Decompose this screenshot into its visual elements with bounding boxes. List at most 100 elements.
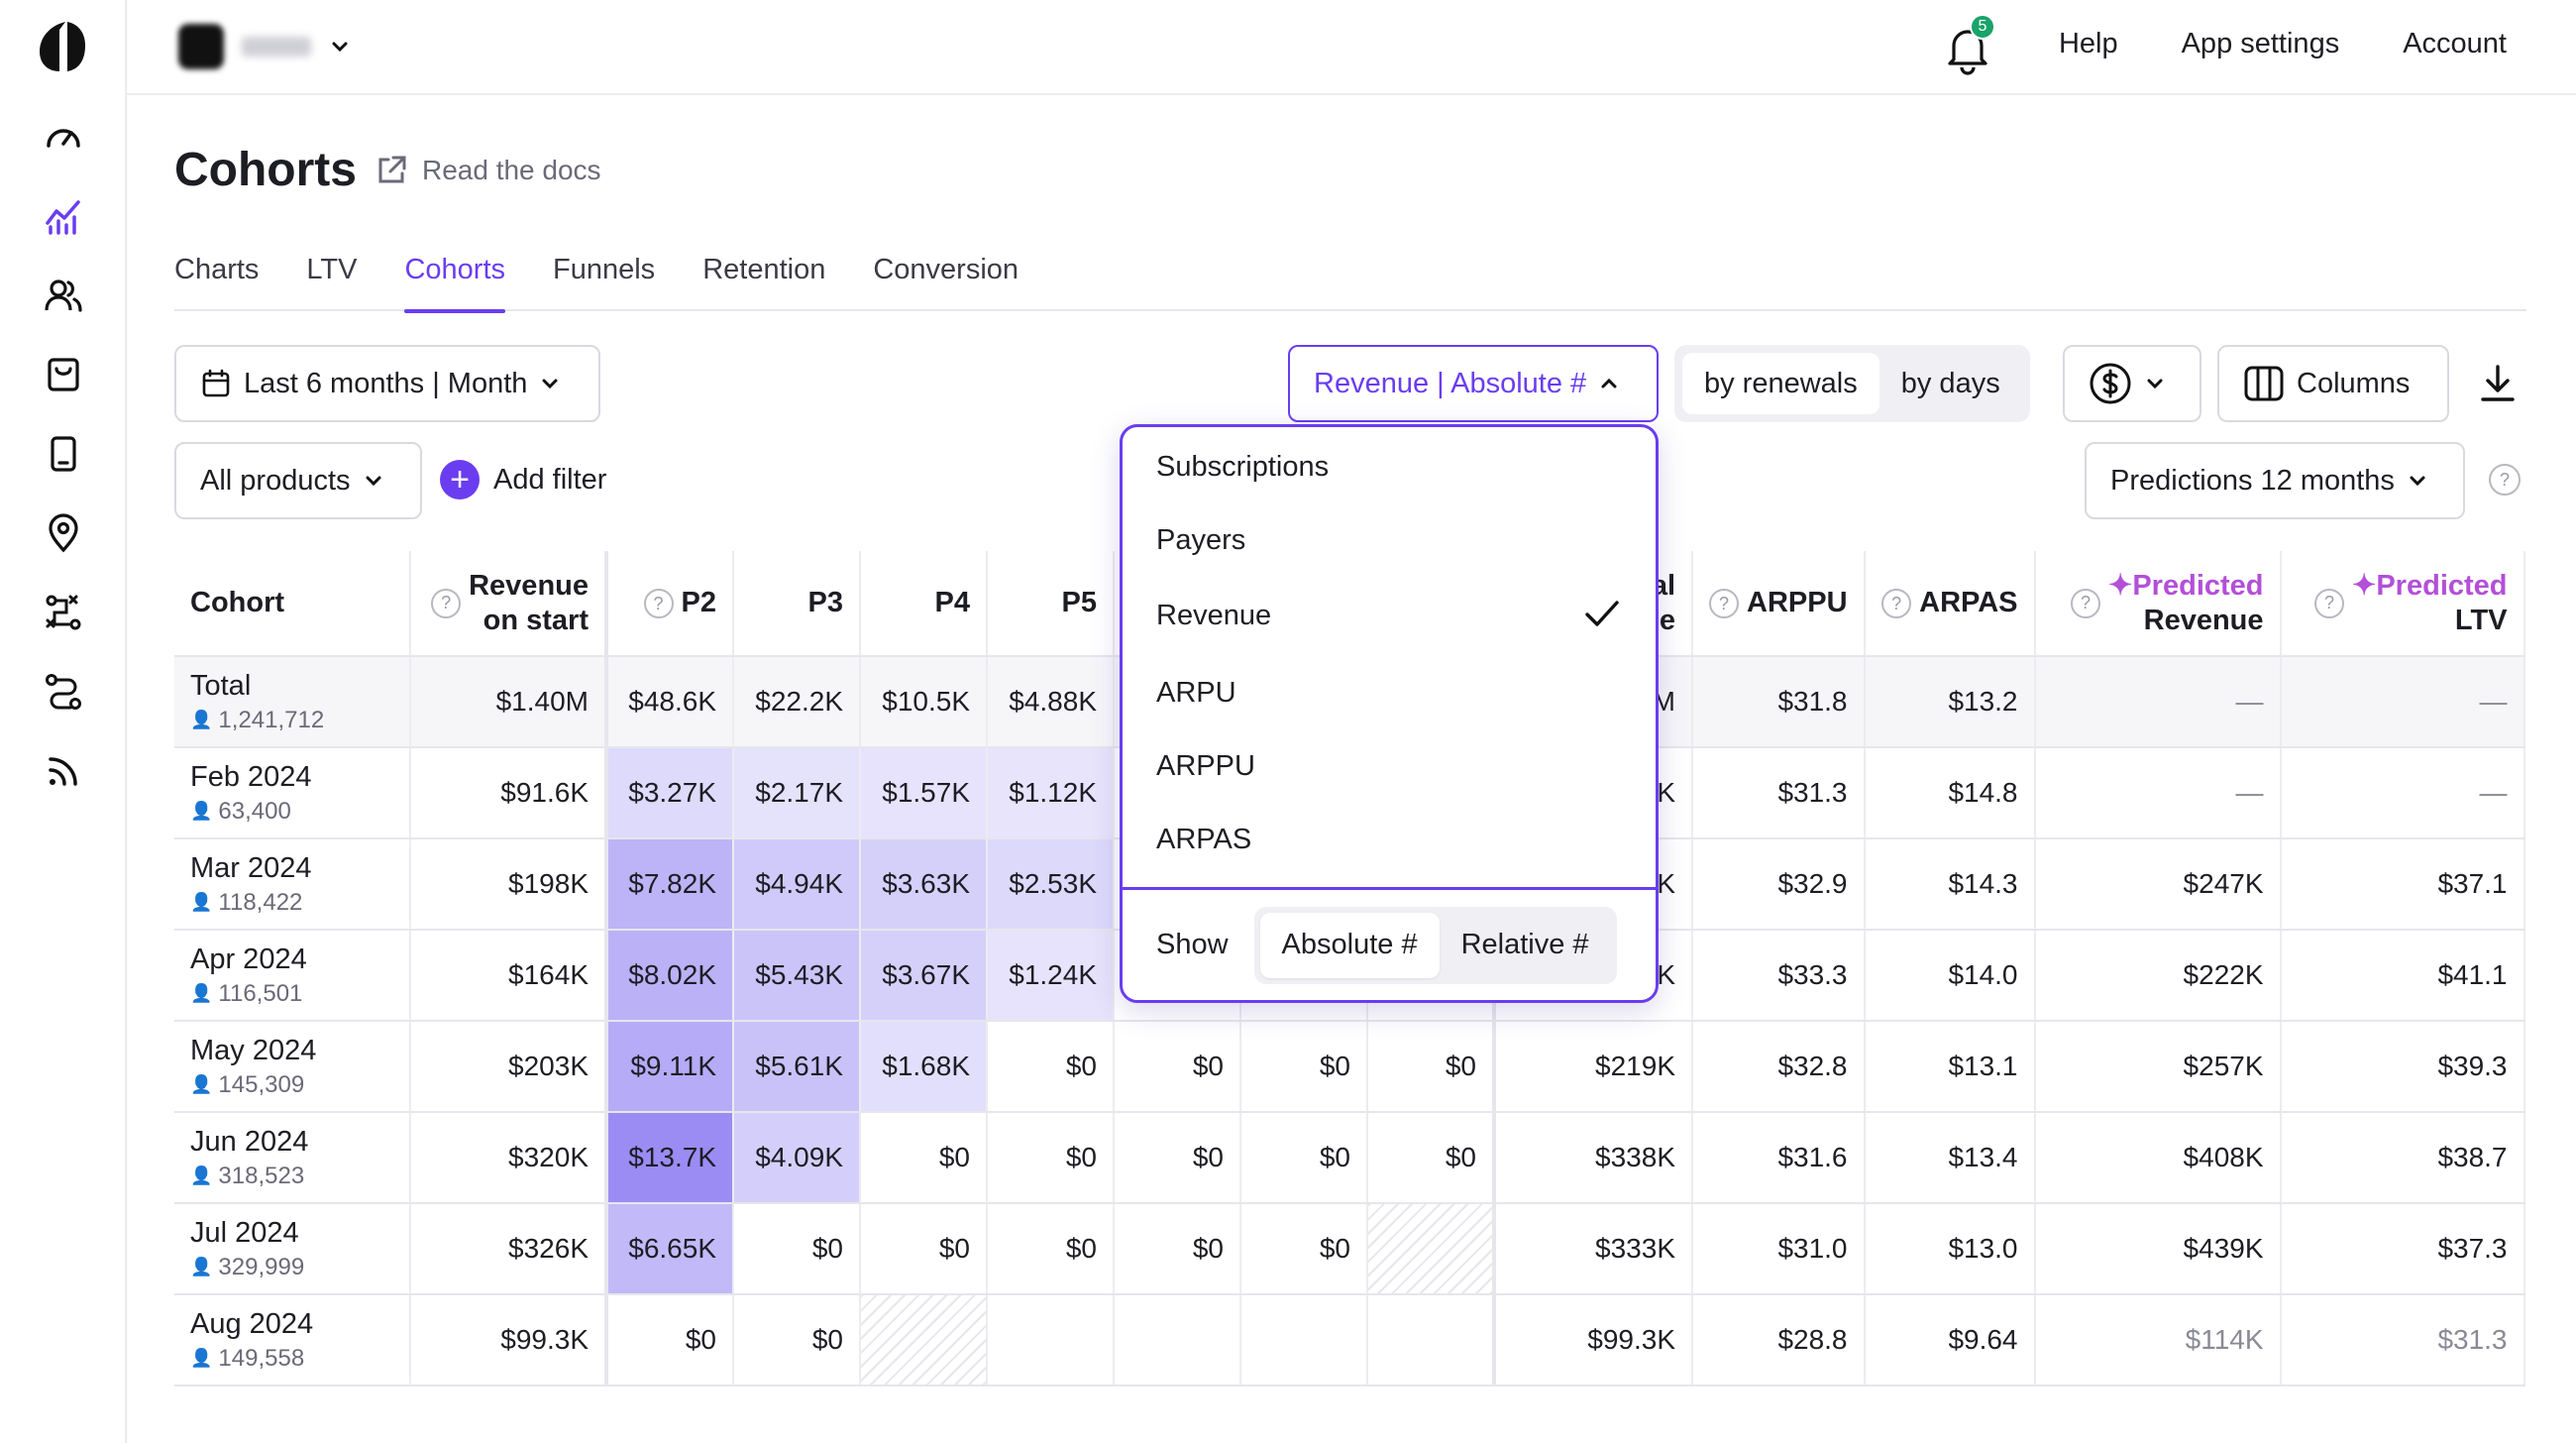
location-icon[interactable] xyxy=(38,507,89,559)
help-icon[interactable]: ? xyxy=(1881,589,1912,619)
predicted-revenue-cell[interactable]: $439K xyxy=(2034,1203,2282,1295)
predicted-revenue-cell[interactable]: — xyxy=(2034,656,2282,748)
add-filter-button[interactable]: + Add filter xyxy=(440,460,606,500)
help-icon[interactable]: ? xyxy=(2071,588,2101,618)
menu-item-payers[interactable]: Payers xyxy=(1156,524,1245,557)
p6-cell[interactable]: $0 xyxy=(1114,1112,1241,1204)
arppu-cell[interactable]: $32.8 xyxy=(1692,1021,1866,1113)
predicted-ltv-cell[interactable]: $39.3 xyxy=(2280,1021,2525,1113)
predicted-revenue-cell[interactable]: $247K xyxy=(2034,838,2282,931)
revenue-on-start-cell[interactable]: $326K xyxy=(410,1203,607,1295)
total-revenue-cell[interactable]: $338K xyxy=(1492,1112,1693,1204)
p3-cell[interactable]: $0 xyxy=(733,1203,861,1295)
notifications-button[interactable]: 5 xyxy=(1946,14,1995,75)
p5-cell[interactable]: $4.88K xyxy=(987,656,1115,748)
p7-cell[interactable] xyxy=(1240,1294,1368,1387)
arpas-cell[interactable]: $14.8 xyxy=(1864,747,2036,839)
p7-cell[interactable]: $0 xyxy=(1240,1112,1368,1204)
arppu-cell[interactable]: $32.9 xyxy=(1692,838,1866,931)
predicted-ltv-cell[interactable]: $31.3 xyxy=(2280,1294,2525,1387)
predicted-revenue-cell[interactable]: $222K xyxy=(2034,930,2282,1022)
p5-cell[interactable]: $0 xyxy=(987,1203,1115,1295)
p2-header[interactable]: ? P2 xyxy=(604,551,734,657)
account-link[interactable]: Account xyxy=(2403,28,2507,60)
predicted-ltv-header[interactable]: ?✦Predicted LTV xyxy=(2280,551,2525,657)
predicted-ltv-cell[interactable]: $41.1 xyxy=(2280,930,2525,1022)
predicted-ltv-cell[interactable]: $37.1 xyxy=(2280,838,2525,931)
arppu-cell[interactable]: $31.0 xyxy=(1692,1203,1866,1295)
predictions-help-icon[interactable]: ? xyxy=(2489,464,2528,496)
paywall-icon[interactable] xyxy=(38,428,89,480)
revenue-on-start-cell[interactable]: $1.40M xyxy=(410,656,607,748)
arppu-cell[interactable]: $33.3 xyxy=(1692,930,1866,1022)
menu-item-arpas[interactable]: ARPAS xyxy=(1156,824,1251,856)
revenue-on-start-cell[interactable]: $91.6K xyxy=(410,747,607,839)
arppu-cell[interactable]: $31.3 xyxy=(1692,747,1866,839)
arpas-cell[interactable]: $13.1 xyxy=(1864,1021,2036,1113)
p3-cell[interactable]: $4.94K xyxy=(733,838,861,931)
p3-cell[interactable]: $22.2K xyxy=(733,656,861,748)
p2-cell[interactable]: $8.02K xyxy=(604,930,734,1022)
metric-select[interactable]: Revenue | Absolute # xyxy=(1288,345,1659,422)
p6-cell[interactable] xyxy=(1114,1294,1241,1387)
p7-cell[interactable]: $0 xyxy=(1240,1021,1368,1113)
p5-cell[interactable]: $2.53K xyxy=(987,838,1115,931)
predicted-revenue-cell[interactable]: $408K xyxy=(2034,1112,2282,1204)
revenue-on-start-cell[interactable]: $203K xyxy=(410,1021,607,1113)
predicted-ltv-cell[interactable]: $37.3 xyxy=(2280,1203,2525,1295)
arppu-cell[interactable]: $31.8 xyxy=(1692,656,1866,748)
p2-cell[interactable]: $7.82K xyxy=(604,838,734,931)
arpas-cell[interactable]: $13.0 xyxy=(1864,1203,2036,1295)
p5-cell[interactable]: $0 xyxy=(987,1112,1115,1204)
revenue-on-start-cell[interactable]: $198K xyxy=(410,838,607,931)
help-link[interactable]: Help xyxy=(2059,28,2118,60)
help-icon[interactable]: ? xyxy=(431,588,462,618)
p4-cell[interactable]: $3.63K xyxy=(860,838,988,931)
arpas-cell[interactable]: $13.4 xyxy=(1864,1112,2036,1204)
menu-item-subscriptions[interactable]: Subscriptions xyxy=(1156,451,1329,484)
products-filter[interactable]: All products xyxy=(174,442,422,519)
p3-cell[interactable]: $2.17K xyxy=(733,747,861,839)
menu-item-arpu[interactable]: ARPU xyxy=(1156,677,1236,710)
analytics-icon[interactable] xyxy=(38,190,89,242)
p4-cell[interactable]: $1.68K xyxy=(860,1021,988,1113)
p8-cell[interactable]: $0 xyxy=(1367,1021,1495,1113)
total-revenue-cell[interactable]: $333K xyxy=(1492,1203,1693,1295)
arppu-cell[interactable]: $31.6 xyxy=(1692,1112,1866,1204)
p5-cell[interactable]: $1.24K xyxy=(987,930,1115,1022)
p6-cell[interactable]: $0 xyxy=(1114,1021,1241,1113)
revenue-on-start-header[interactable]: ?Revenue on start xyxy=(410,551,607,657)
p2-cell[interactable]: $48.6K xyxy=(604,656,734,748)
revenue-on-start-cell[interactable]: $320K xyxy=(410,1112,607,1204)
p5-cell[interactable]: $0 xyxy=(987,1021,1115,1113)
total-revenue-cell[interactable]: $99.3K xyxy=(1492,1294,1693,1387)
read-docs-link[interactable]: Read the docs xyxy=(375,154,601,187)
p4-cell[interactable]: $1.57K xyxy=(860,747,988,839)
by-renewals-option[interactable]: by renewals xyxy=(1682,353,1879,414)
predicted-revenue-cell[interactable]: $114K xyxy=(2034,1294,2282,1387)
org-switcher[interactable] xyxy=(178,24,351,69)
p4-cell[interactable]: $10.5K xyxy=(860,656,988,748)
tab-ltv[interactable]: LTV xyxy=(306,254,357,311)
p4-cell[interactable]: $0 xyxy=(860,1203,988,1295)
arppu-cell[interactable]: $28.8 xyxy=(1692,1294,1866,1387)
p4-cell[interactable] xyxy=(860,1294,988,1387)
p2-cell[interactable]: $3.27K xyxy=(604,747,734,839)
tab-funnels[interactable]: Funnels xyxy=(553,254,655,311)
arpas-cell[interactable]: $14.0 xyxy=(1864,930,2036,1022)
p3-cell[interactable]: $4.09K xyxy=(733,1112,861,1204)
predicted-revenue-cell[interactable]: $257K xyxy=(2034,1021,2282,1113)
p2-cell[interactable]: $0 xyxy=(604,1294,734,1387)
flows-icon[interactable] xyxy=(38,666,89,718)
menu-item-revenue[interactable]: Revenue xyxy=(1156,600,1271,632)
app-settings-link[interactable]: App settings xyxy=(2182,28,2340,60)
predictions-select[interactable]: Predictions 12 months xyxy=(2085,442,2465,519)
p3-cell[interactable]: $0 xyxy=(733,1294,861,1387)
download-icon[interactable] xyxy=(2477,363,2519,404)
revenue-on-start-cell[interactable]: $99.3K xyxy=(410,1294,607,1387)
p5-header[interactable]: P5 xyxy=(987,551,1115,657)
p8-cell[interactable] xyxy=(1367,1203,1495,1295)
p2-cell[interactable]: $13.7K xyxy=(604,1112,734,1204)
help-icon[interactable]: ? xyxy=(643,589,674,619)
p2-cell[interactable]: $6.65K xyxy=(604,1203,734,1295)
